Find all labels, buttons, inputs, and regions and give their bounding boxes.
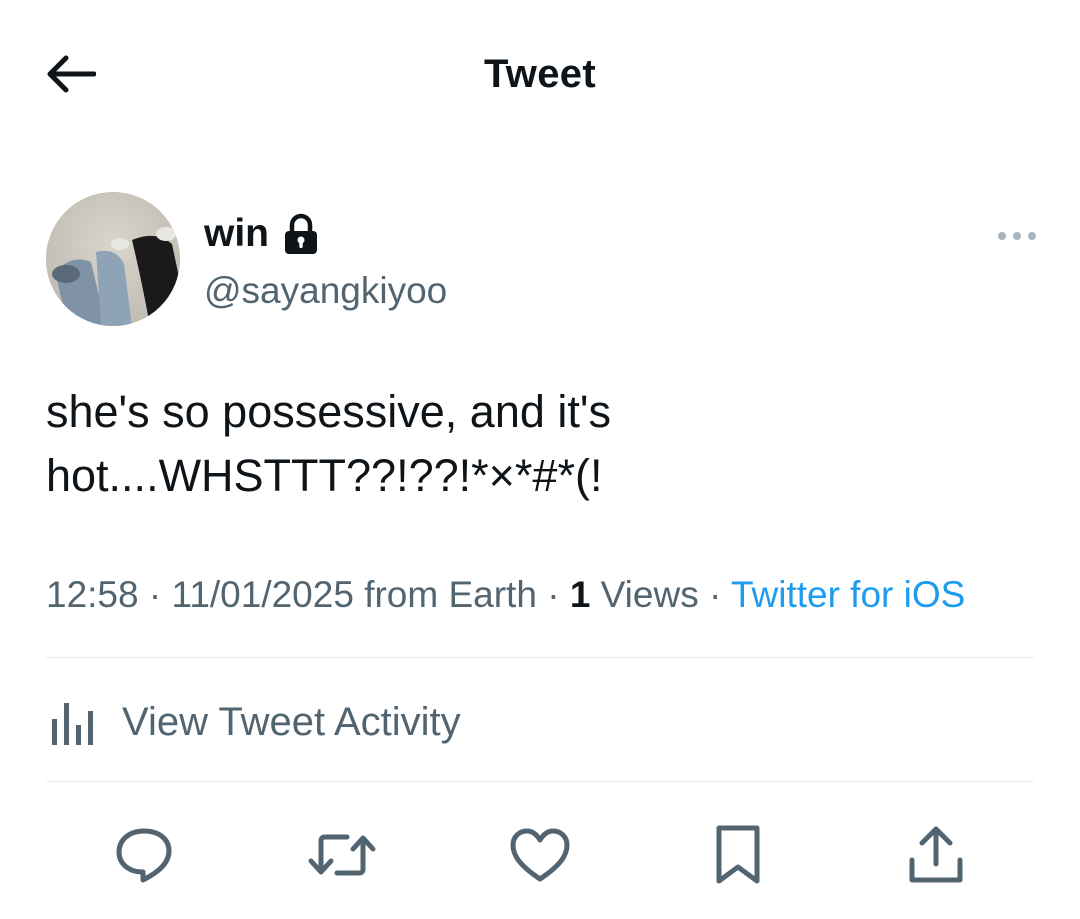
lock-icon	[281, 212, 321, 256]
like-button[interactable]	[500, 815, 580, 895]
author-name: win	[204, 212, 269, 255]
bar-chart-icon	[52, 703, 93, 745]
page-title: Tweet	[484, 52, 596, 96]
tweet-location: from Earth	[364, 574, 537, 615]
reply-button[interactable]	[104, 815, 184, 895]
more-button[interactable]	[996, 222, 1038, 250]
divider	[46, 657, 1034, 658]
author-name-row[interactable]: win	[204, 212, 321, 256]
bookmark-button[interactable]	[698, 815, 778, 895]
arrow-left-icon	[47, 55, 96, 93]
share-icon	[909, 826, 963, 883]
meta-separator: ·	[708, 574, 722, 615]
avatar[interactable]	[46, 192, 180, 326]
activity-label: View Tweet Activity	[122, 699, 461, 744]
tweet-meta: 12:58 · 11/01/2025 from Earth · 1 Views …	[46, 574, 965, 616]
reply-icon	[116, 828, 172, 883]
view-tweet-activity-button[interactable]: View Tweet Activity	[46, 690, 461, 754]
meta-separator: ·	[148, 574, 162, 615]
author-handle[interactable]: @sayangkiyoo	[204, 270, 447, 312]
retweet-button[interactable]	[302, 815, 382, 895]
bookmark-icon	[716, 825, 760, 884]
tweet-date: 11/01/2025	[171, 574, 354, 615]
back-button[interactable]	[40, 50, 100, 98]
meta-separator: ·	[547, 574, 560, 615]
divider	[46, 781, 1034, 782]
tweet-time: 12:58	[46, 574, 139, 615]
more-horizontal-icon	[998, 232, 1036, 240]
heart-icon	[510, 828, 570, 882]
avatar-photo	[46, 192, 180, 326]
tweet-text: she's so possessive, and it's hot....WHS…	[46, 386, 611, 501]
tweet-action-bar	[0, 815, 1080, 895]
top-bar: Tweet	[0, 0, 1080, 150]
tweet-source-link[interactable]: Twitter for iOS	[731, 574, 965, 615]
views-label: Views	[600, 574, 699, 615]
views-count: 1	[569, 574, 591, 615]
share-button[interactable]	[896, 815, 976, 895]
retweet-icon	[308, 834, 376, 876]
